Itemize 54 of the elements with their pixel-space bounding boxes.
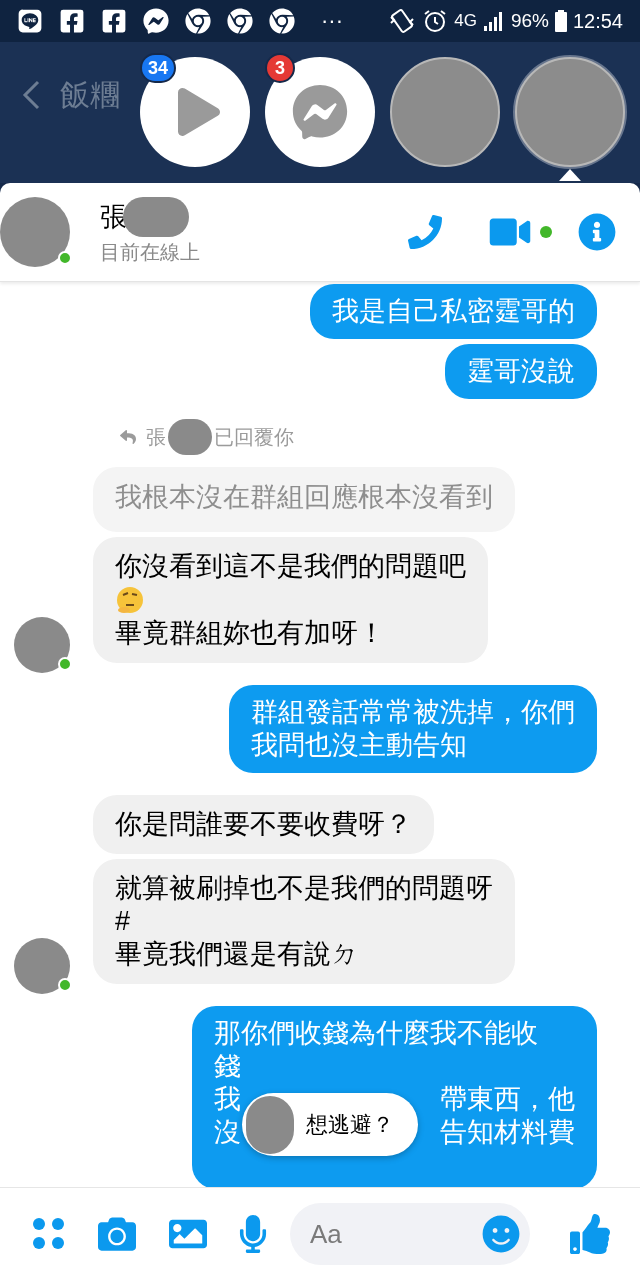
facebook-icon (101, 8, 127, 34)
like-icon[interactable] (570, 1214, 610, 1254)
floating-chat-head[interactable]: 想逃避？ (242, 1093, 418, 1156)
message-text: 我 (214, 1083, 241, 1116)
thinking-emoji-icon (115, 585, 145, 615)
reply-note-text: 已回覆你 (214, 425, 294, 450)
background-chat-title: 飯糰 (60, 77, 120, 113)
message-text: 我是自己私密霆哥的 (332, 295, 575, 328)
unread-badge: 34 (140, 53, 177, 83)
chrome-icon (185, 8, 211, 34)
messenger-icon (292, 84, 348, 140)
avatar (246, 1095, 294, 1154)
message-text: 畢竟群組妳也有加呀！ (115, 617, 386, 650)
message-text: 霆哥沒說 (467, 355, 575, 388)
clock-time: 12:54 (572, 9, 623, 34)
message-text: 就算被刷掉也不是我們的問題呀 (115, 872, 493, 905)
message-text: 你沒看到這不是我們的問題吧 (115, 550, 466, 583)
message-text: 群組發話常常被洗掉，你們 (251, 696, 575, 729)
reply-icon (118, 429, 138, 445)
chat-head-message: 想逃避？ (306, 1111, 394, 1139)
info-button[interactable] (576, 211, 618, 253)
vibrate-icon (388, 7, 417, 35)
message-text: 沒 (214, 1116, 241, 1149)
redaction-blob (168, 419, 212, 455)
message-text: # (115, 905, 132, 938)
message-text: 畢竟我們還是有說ㄉ (115, 938, 359, 971)
camera-icon[interactable] (96, 1215, 138, 1253)
signal-icon (482, 10, 505, 32)
message-text: 那你們收錢為什麼我不能收 (214, 1017, 539, 1050)
message-field[interactable]: Aa (290, 1203, 530, 1265)
microphone-icon[interactable] (238, 1215, 268, 1253)
message-text: 你是問誰要不要收費呀？ (115, 808, 412, 841)
chrome-icon (269, 8, 295, 34)
chrome-icon (227, 8, 253, 34)
message-text: 我根本沒在群組回應根本沒看到 (115, 481, 493, 514)
battery-percent: 96% (510, 8, 549, 33)
line-icon (17, 8, 43, 34)
message-text: 錢 (214, 1050, 242, 1083)
more-notifications: ··· (321, 10, 343, 32)
battery-icon (554, 10, 567, 32)
reply-note-name: 張 (146, 425, 166, 450)
pointer-triangle (559, 169, 581, 181)
network-type: 4G (454, 10, 477, 33)
contact-name: 張 (100, 200, 127, 234)
contact-status: 目前在線上 (100, 240, 200, 266)
message-text: 帶東西，他 (440, 1083, 575, 1116)
play-icon (177, 88, 221, 136)
unread-badge: 3 (265, 53, 295, 83)
facebook-icon (59, 8, 85, 34)
back-chevron-icon (22, 79, 40, 110)
message-text: 我問也沒主動告知 (251, 729, 468, 762)
message-text: 告知材料費 (440, 1116, 575, 1149)
emoji-icon[interactable] (482, 1215, 520, 1253)
messenger-icon (143, 8, 169, 34)
